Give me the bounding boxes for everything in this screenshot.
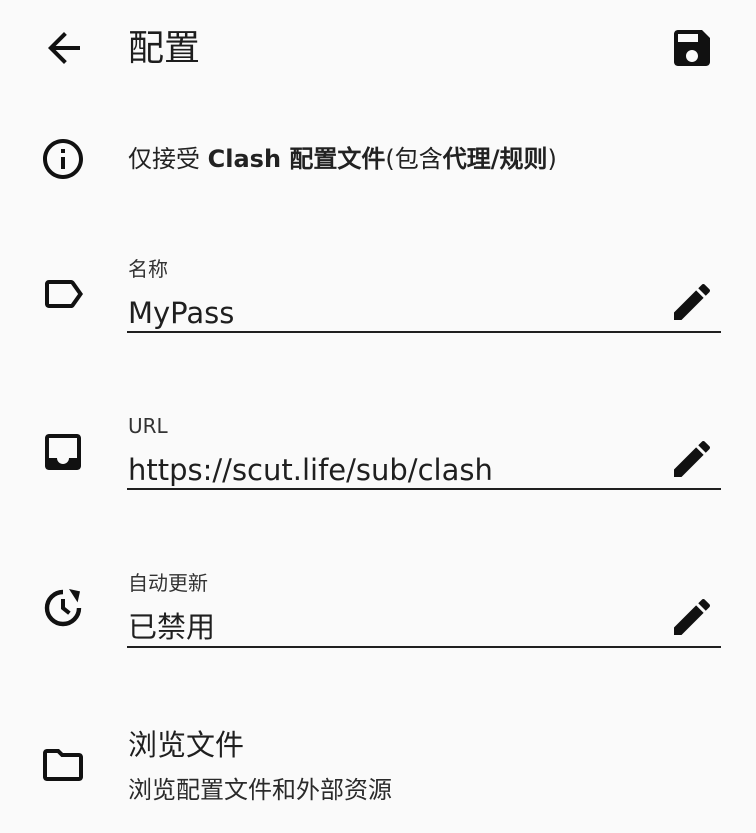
name-field-underline	[127, 331, 721, 333]
name-field-value[interactable]: MyPass	[128, 295, 234, 331]
edit-auto-update-button[interactable]	[668, 593, 716, 641]
clash-config-notice: 仅接受 Clash 配置文件(包含代理/规则)	[128, 145, 557, 173]
back-button[interactable]	[40, 24, 88, 72]
edit-pencil-icon	[674, 440, 711, 477]
browse-files-title[interactable]: 浏览文件	[128, 726, 244, 764]
url-field-label: URL	[128, 414, 168, 438]
name-field-label: 名称	[128, 257, 168, 281]
url-field-underline	[127, 488, 721, 490]
arrow-back-icon	[48, 32, 80, 64]
edit-url-button[interactable]	[668, 435, 716, 483]
url-field-value[interactable]: https://scut.life/sub/clash	[128, 452, 493, 488]
label-tag-icon	[39, 270, 87, 318]
info-icon	[39, 135, 87, 183]
auto-update-field-underline	[127, 646, 721, 648]
browse-files-subtitle: 浏览配置文件和外部资源	[128, 776, 392, 804]
inbox-icon	[39, 428, 87, 476]
edit-name-button[interactable]	[668, 278, 716, 326]
folder-icon	[39, 741, 87, 789]
save-button[interactable]	[668, 24, 716, 72]
auto-update-field-value[interactable]: 已禁用	[128, 609, 215, 645]
save-icon	[674, 30, 710, 66]
edit-pencil-icon	[674, 598, 711, 635]
history-clock-icon	[39, 584, 87, 632]
edit-pencil-icon	[674, 283, 711, 320]
auto-update-field-label: 自动更新	[128, 571, 208, 595]
page-title: 配置	[128, 28, 201, 69]
